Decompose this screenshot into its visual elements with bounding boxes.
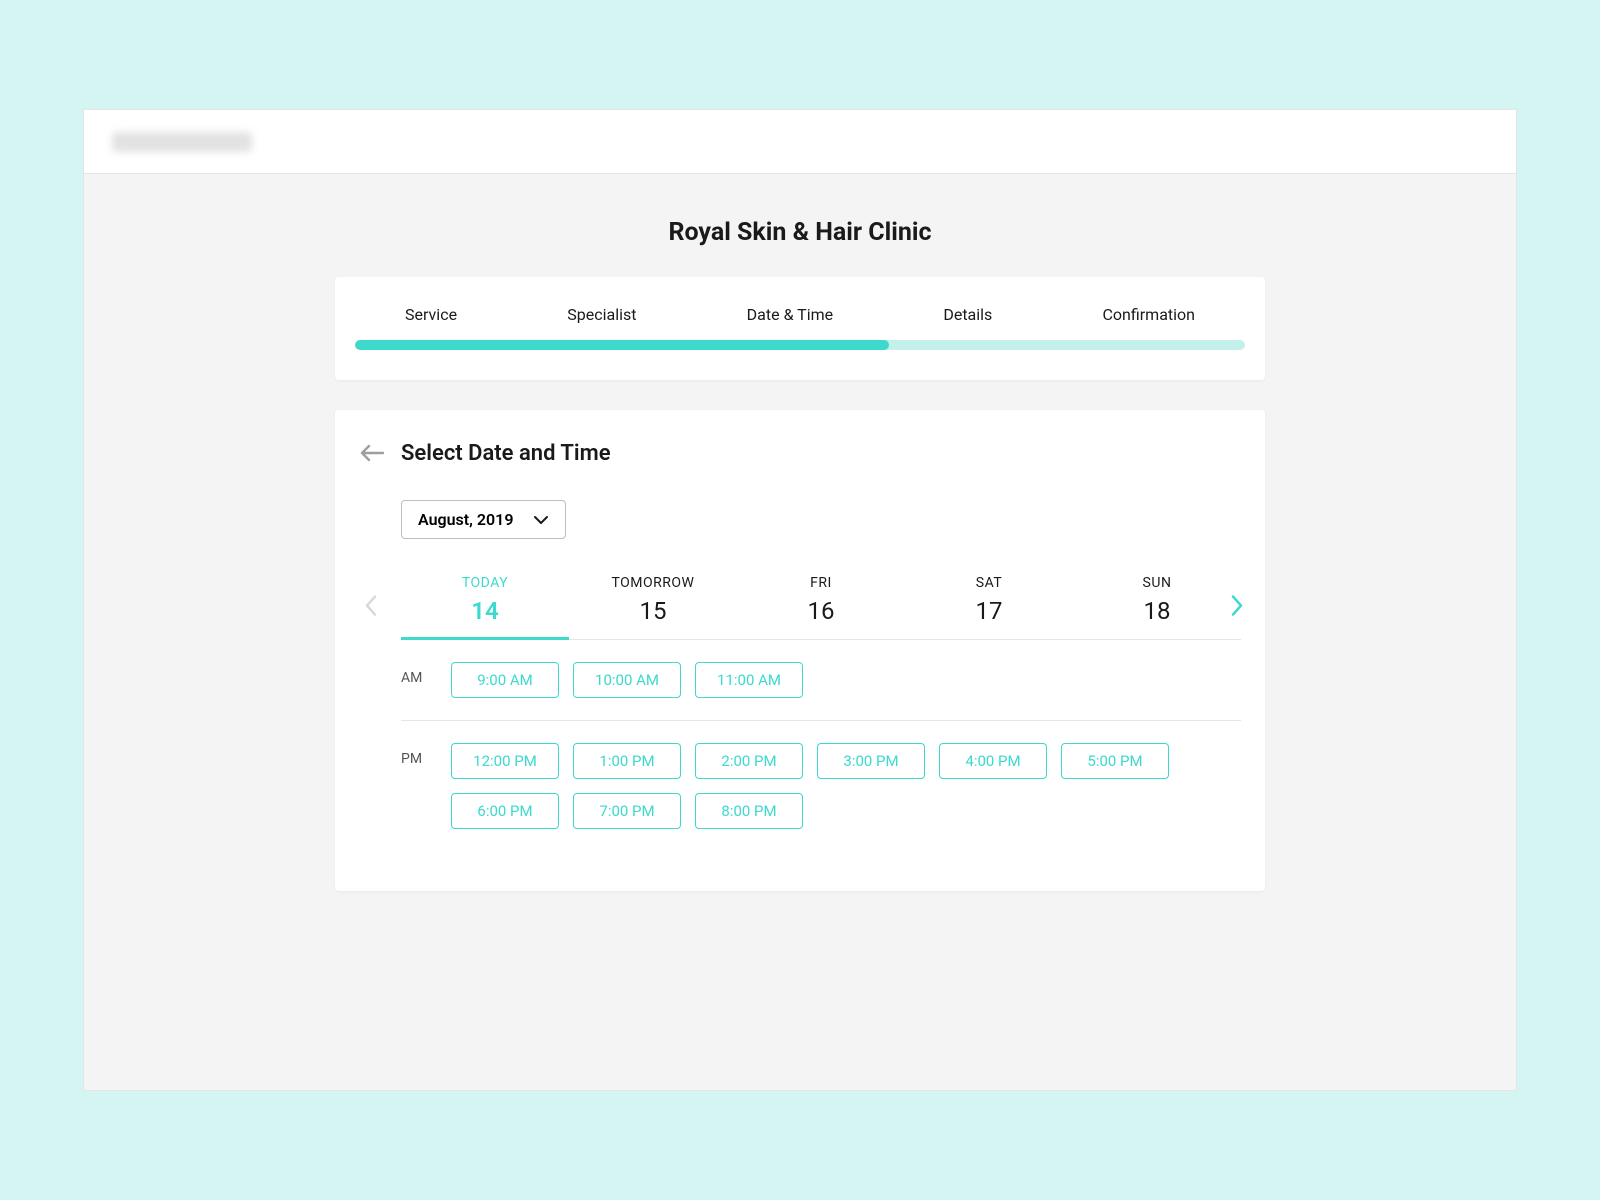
progress-bar	[355, 340, 1245, 350]
progress-step-confirmation: Confirmation	[1103, 305, 1195, 324]
logo-placeholder	[112, 132, 252, 152]
app-container: Royal Skin & Hair Clinic Service Special…	[83, 109, 1517, 1091]
progress-step-details: Details	[943, 305, 992, 324]
am-section: AM 9:00 AM 10:00 AM 11:00 AM	[401, 640, 1241, 721]
time-slot-button[interactable]: 6:00 PM	[451, 793, 559, 829]
card-body: August, 2019 TODAY 14TOMORROW 15FRI 16SAT 17…	[359, 500, 1241, 851]
date-day-label: TOMORROW	[569, 575, 737, 591]
time-slot-button[interactable]: 10:00 AM	[573, 662, 681, 698]
progress-step-specialist: Specialist	[567, 305, 636, 324]
pm-label: PM	[401, 743, 431, 767]
page-title: Royal Skin & Hair Clinic	[84, 218, 1516, 247]
dates-list: TODAY 14TOMORROW 15FRI 16SAT 17SUN 18	[401, 575, 1241, 640]
date-day-label: SUN	[1073, 575, 1241, 591]
pm-slots: 12:00 PM 1:00 PM 2:00 PM 3:00 PM 4:00 PM 5:00…	[451, 743, 1241, 829]
card-title: Select Date and Time	[401, 441, 611, 466]
time-slot-button[interactable]: 8:00 PM	[695, 793, 803, 829]
date-picker: TODAY 14TOMORROW 15FRI 16SAT 17SUN 18	[401, 575, 1241, 640]
am-label: AM	[401, 662, 431, 686]
date-item-15[interactable]: TOMORROW 15	[569, 575, 737, 639]
datetime-card: Select Date and Time August, 2019 TODAY	[335, 410, 1265, 891]
time-slot-button[interactable]: 12:00 PM	[451, 743, 559, 779]
progress-step-datetime: Date & Time	[747, 305, 833, 324]
progress-card: Service Specialist Date & Time Details C…	[335, 277, 1265, 380]
date-item-18[interactable]: SUN 18	[1073, 575, 1241, 639]
date-number: 14	[401, 597, 569, 625]
date-number: 18	[1073, 597, 1241, 625]
am-slots: 9:00 AM 10:00 AM 11:00 AM	[451, 662, 803, 698]
time-slot-button[interactable]: 4:00 PM	[939, 743, 1047, 779]
content-wrapper: Service Specialist Date & Time Details C…	[335, 277, 1265, 891]
date-item-16[interactable]: FRI 16	[737, 575, 905, 639]
date-day-label: FRI	[737, 575, 905, 591]
progress-step-service: Service	[405, 305, 457, 324]
date-prev-button[interactable]	[359, 593, 383, 617]
topbar	[84, 110, 1516, 174]
date-day-label: SAT	[905, 575, 1073, 591]
time-slot-button[interactable]: 11:00 AM	[695, 662, 803, 698]
month-label: August, 2019	[418, 510, 513, 529]
date-number: 16	[737, 597, 905, 625]
date-day-label: TODAY	[401, 575, 569, 591]
progress-bar-fill	[355, 340, 889, 350]
time-slot-button[interactable]: 7:00 PM	[573, 793, 681, 829]
time-slot-button[interactable]: 1:00 PM	[573, 743, 681, 779]
date-next-button[interactable]	[1225, 593, 1249, 617]
pm-section: PM 12:00 PM 1:00 PM 2:00 PM 3:00 PM 4:00 PM 5…	[401, 721, 1241, 851]
month-selector[interactable]: August, 2019	[401, 500, 566, 539]
arrow-left-icon	[359, 443, 385, 463]
date-item-14[interactable]: TODAY 14	[401, 575, 569, 639]
date-number: 17	[905, 597, 1073, 625]
progress-steps: Service Specialist Date & Time Details C…	[355, 305, 1245, 324]
chevron-right-icon	[1230, 593, 1244, 617]
chevron-left-icon	[364, 593, 378, 617]
time-slot-button[interactable]: 2:00 PM	[695, 743, 803, 779]
date-item-17[interactable]: SAT 17	[905, 575, 1073, 639]
date-number: 15	[569, 597, 737, 625]
card-header: Select Date and Time	[359, 440, 1241, 466]
time-slot-button[interactable]: 5:00 PM	[1061, 743, 1169, 779]
time-slot-button[interactable]: 3:00 PM	[817, 743, 925, 779]
time-slot-button[interactable]: 9:00 AM	[451, 662, 559, 698]
back-button[interactable]	[359, 440, 385, 466]
chevron-down-icon	[533, 515, 549, 525]
